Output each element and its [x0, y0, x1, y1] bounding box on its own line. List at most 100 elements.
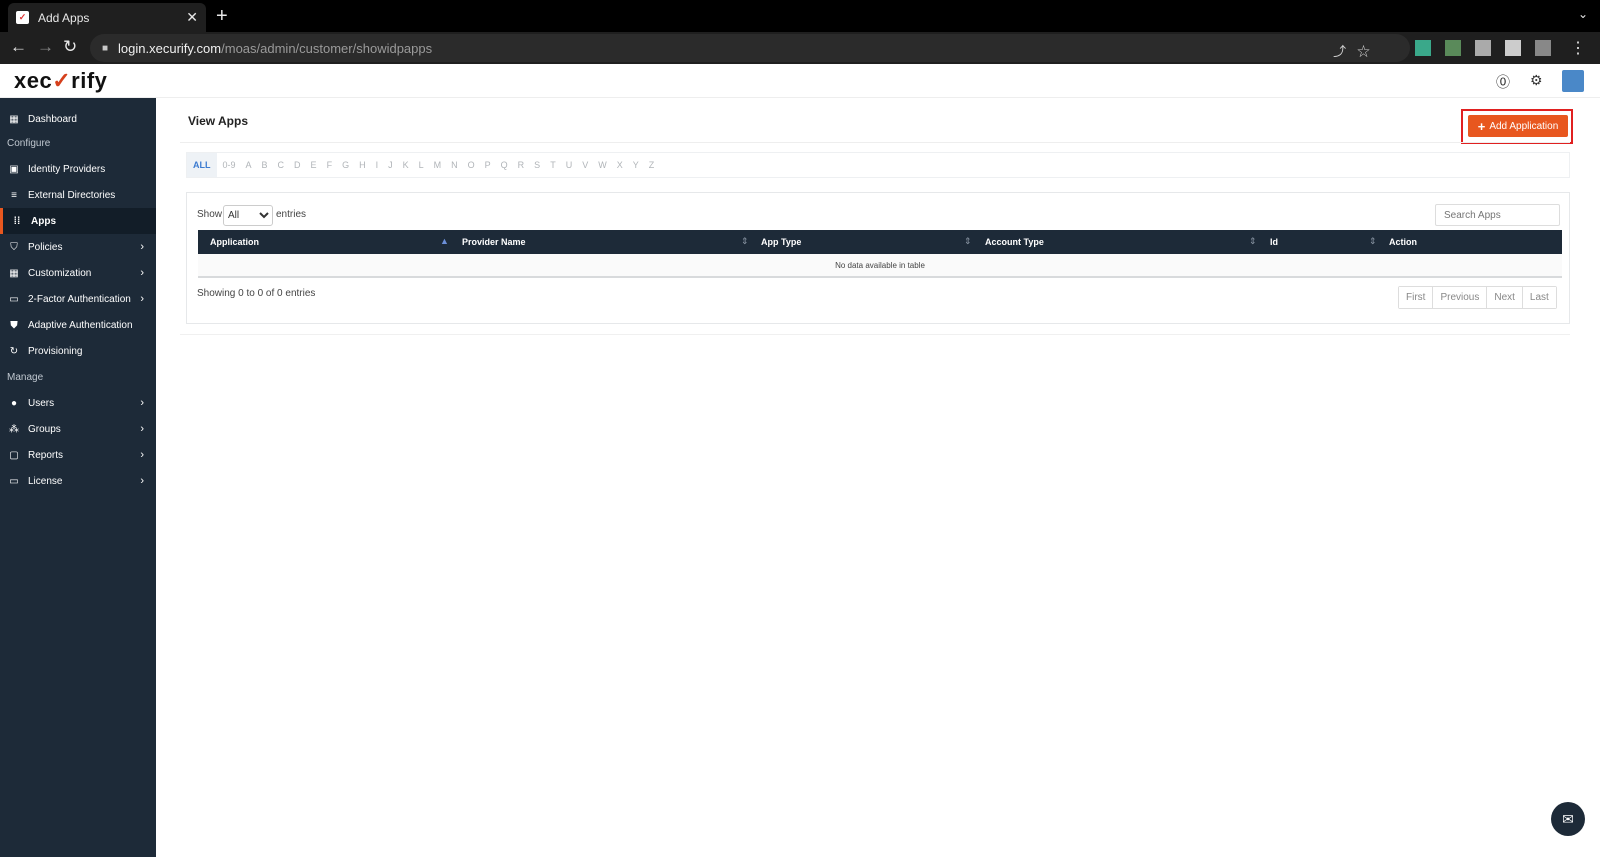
extension-icon — [1415, 40, 1431, 56]
sidebar: ▦ Dashboard Configure ▣ Identity Providers… — [0, 98, 156, 857]
column-application[interactable]: Application — [210, 237, 259, 247]
page-title: View Apps — [188, 114, 249, 128]
sidebar-item-2fa[interactable]: ▭ 2-Factor Authentication › — [0, 286, 156, 312]
plus-icon: + — [1477, 118, 1486, 134]
shield-logo-icon: ✓ — [52, 68, 72, 93]
sidebar-item-external-directories[interactable]: ≡ External Directories — [0, 182, 156, 208]
reload-icon[interactable]: ↻ — [63, 37, 77, 57]
alpha-filter[interactable]: N — [451, 160, 458, 170]
section-configure: Configure — [7, 138, 51, 149]
alpha-filter[interactable]: F — [327, 160, 333, 170]
browser-toolbar: ← → ↻ ■ login.xecurify.com/moas/admin/cu… — [0, 32, 1600, 64]
page-next-button[interactable]: Next — [1487, 287, 1523, 308]
alpha-filter[interactable]: K — [403, 160, 409, 170]
alpha-filter[interactable]: G — [342, 160, 349, 170]
browser-menu-icon[interactable]: ⋮ — [1570, 38, 1586, 58]
address-bar[interactable]: ■ login.xecurify.com/moas/admin/customer… — [90, 34, 1410, 62]
page-first-button[interactable]: First — [1399, 287, 1434, 308]
alpha-filter-all[interactable]: ALL — [187, 153, 217, 177]
sidebar-item-dashboard[interactable]: ▦ Dashboard — [0, 106, 156, 132]
extension-icon — [1475, 40, 1491, 56]
sort-icon[interactable]: ⇕ — [1249, 236, 1257, 247]
table-empty-row: No data available in table — [198, 254, 1562, 278]
sidebar-item-adaptive-auth[interactable]: ⛊ Adaptive Authentication — [0, 312, 156, 338]
alpha-filter[interactable]: M — [434, 160, 442, 170]
alpha-filter[interactable]: P — [485, 160, 491, 170]
alpha-filter[interactable]: D — [294, 160, 301, 170]
user-icon: ● — [10, 397, 18, 409]
customize-icon: ▦ — [9, 267, 19, 279]
sidebar-item-provisioning[interactable]: ↻ Provisioning — [0, 338, 156, 364]
alpha-filter[interactable]: C — [278, 160, 285, 170]
alpha-filter[interactable]: W — [598, 160, 607, 170]
column-provider-name[interactable]: Provider Name — [462, 237, 526, 247]
sidebar-item-policies[interactable]: ⛉ Policies › — [0, 234, 156, 260]
alpha-filter[interactable]: H — [359, 160, 366, 170]
shield-check-icon: ⛊ — [10, 319, 18, 331]
alpha-filter[interactable]: E — [311, 160, 317, 170]
alpha-filter[interactable]: T — [550, 160, 556, 170]
divider — [180, 334, 1570, 335]
sidebar-item-apps[interactable]: ⁞⁞ Apps — [0, 208, 156, 234]
sort-icon[interactable]: ⇕ — [964, 236, 972, 247]
help-icon[interactable]: ⓪ — [1496, 72, 1510, 92]
column-action: Action — [1389, 237, 1417, 247]
sidebar-item-identity-providers[interactable]: ▣ Identity Providers — [0, 156, 156, 182]
sort-icon[interactable]: ⇕ — [741, 236, 749, 247]
browser-tab[interactable]: ✓ Add Apps ✕ — [8, 3, 206, 32]
column-id[interactable]: Id — [1270, 237, 1278, 247]
search-apps-input[interactable] — [1435, 204, 1560, 226]
entries-label: entries — [276, 209, 307, 220]
sort-asc-icon[interactable]: ▲ — [440, 236, 449, 246]
alpha-filter[interactable]: S — [534, 160, 540, 170]
gear-icon[interactable]: ⚙ — [1530, 72, 1543, 89]
share-star-icons[interactable]: ⤴ ☆ — [1333, 41, 1370, 60]
alpha-filter[interactable]: U — [566, 160, 573, 170]
xecurify-logo[interactable]: xec✓rify — [14, 68, 107, 94]
alpha-filter[interactable]: X — [617, 160, 623, 170]
back-arrow-icon[interactable]: ← — [10, 37, 27, 57]
sidebar-item-customization[interactable]: ▦ Customization › — [0, 260, 156, 286]
list-icon: ≡ — [11, 189, 17, 201]
tab-title: Add Apps — [38, 10, 90, 25]
alpha-filter[interactable]: A — [246, 160, 252, 170]
alpha-filter[interactable]: O — [468, 160, 475, 170]
alpha-filter[interactable]: L — [419, 160, 424, 170]
shield-icon: ⛉ — [10, 241, 18, 253]
column-account-type[interactable]: Account Type — [985, 237, 1044, 247]
page-last-button[interactable]: Last — [1522, 287, 1556, 308]
sort-icon[interactable]: ⇕ — [1369, 236, 1377, 247]
alpha-filter[interactable]: Q — [501, 160, 508, 170]
column-app-type[interactable]: App Type — [761, 237, 801, 247]
alpha-filter[interactable]: 0-9 — [223, 160, 236, 170]
alpha-filter[interactable]: J — [388, 160, 393, 170]
chevron-right-icon: › — [140, 267, 144, 279]
close-tab-icon[interactable]: ✕ — [186, 9, 198, 26]
page-previous-button[interactable]: Previous — [1433, 287, 1488, 308]
add-application-button[interactable]: + Add Application — [1468, 115, 1568, 137]
alpha-filter[interactable]: B — [262, 160, 268, 170]
dashboard-icon: ▦ — [9, 113, 19, 125]
app-header: xec✓rify ⓪ ⚙ — [0, 64, 1600, 98]
alpha-filter[interactable]: V — [582, 160, 588, 170]
alpha-filter[interactable]: R — [518, 160, 525, 170]
extension-icons[interactable] — [1415, 40, 1551, 56]
sidebar-item-reports[interactable]: ▢ Reports › — [0, 442, 156, 468]
chat-mail-icon[interactable]: ✉ — [1551, 802, 1585, 836]
alpha-filter[interactable]: Z — [649, 160, 655, 170]
lock-icon: ■ — [102, 42, 109, 54]
card-icon: ▭ — [9, 475, 19, 487]
alpha-filter[interactable]: Y — [633, 160, 639, 170]
alpha-filter[interactable]: I — [376, 160, 379, 170]
section-manage: Manage — [7, 372, 44, 383]
avatar[interactable] — [1562, 70, 1584, 92]
new-tab-icon[interactable]: + — [216, 5, 228, 28]
sidebar-item-users[interactable]: ● Users › — [0, 390, 156, 416]
entries-select[interactable]: All — [223, 205, 273, 226]
sidebar-item-license[interactable]: ▭ License › — [0, 468, 156, 494]
chevron-right-icon: › — [140, 397, 144, 409]
extension-icon — [1505, 40, 1521, 56]
forward-arrow-icon[interactable]: → — [37, 37, 54, 57]
tab-search-chevron-icon[interactable]: ⌄ — [1578, 7, 1588, 21]
sidebar-item-groups[interactable]: ⁂ Groups › — [0, 416, 156, 442]
